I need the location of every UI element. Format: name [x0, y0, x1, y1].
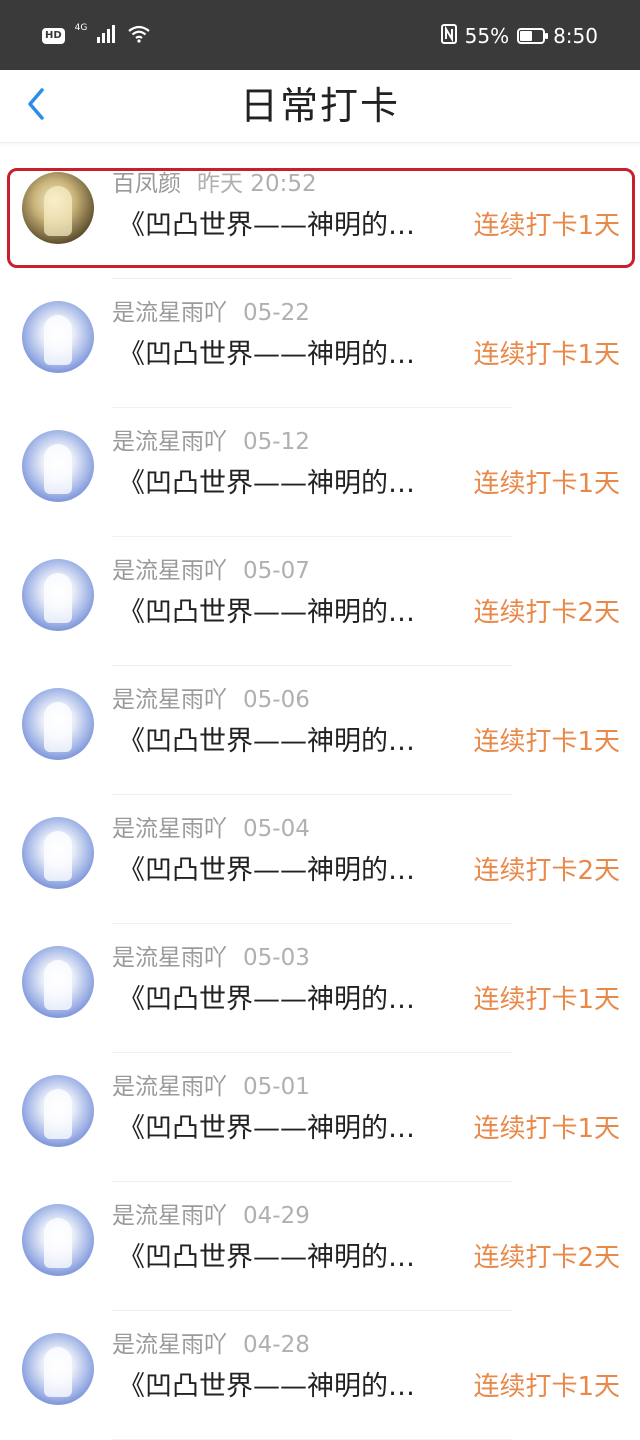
list-item[interactable]: 是流星雨吖 04-28 《凹凸世界——神明的… 连续打卡1天: [0, 1311, 640, 1440]
post-date: 05-01: [243, 1074, 310, 1100]
checkin-content[interactable]: 《凹凸世界——神明的…: [118, 337, 463, 373]
avatar-figure: [44, 444, 72, 494]
list-item[interactable]: 是流星雨吖 05-06 《凹凸世界——神明的… 连续打卡1天: [0, 666, 640, 795]
battery-level-fill: [520, 31, 533, 41]
post-date: 05-06: [243, 687, 310, 713]
streak-label: 连续打卡1天: [473, 985, 620, 1015]
page-title: 日常打卡: [239, 84, 400, 128]
avatar[interactable]: [22, 1333, 94, 1405]
clock-time: 8:50: [553, 24, 598, 48]
avatar[interactable]: [22, 172, 94, 244]
avatar[interactable]: [22, 817, 94, 889]
streak-label: 连续打卡1天: [473, 1114, 620, 1144]
user-name[interactable]: 是流星雨吖: [112, 300, 227, 326]
avatar-figure: [44, 1347, 72, 1397]
post-date: 05-22: [243, 300, 310, 326]
user-line: 是流星雨吖 05-22: [112, 299, 310, 327]
post-date: 05-04: [243, 816, 310, 842]
user-line: 是流星雨吖 05-07: [112, 557, 310, 585]
list-item[interactable]: 是流星雨吖 05-03 《凹凸世界——神明的… 连续打卡1天: [0, 924, 640, 1053]
checkin-list: 百凤颜 昨天 20:52 《凹凸世界——神明的… 连续打卡1天 是流星雨吖 05-22 《凹…: [0, 150, 640, 1440]
list-item[interactable]: 是流星雨吖 05-01 《凹凸世界——神明的… 连续打卡1天: [0, 1053, 640, 1182]
avatar-figure: [44, 186, 72, 236]
checkin-content[interactable]: 《凹凸世界——神明的…: [118, 208, 463, 244]
avatar[interactable]: [22, 301, 94, 373]
avatar[interactable]: [22, 1075, 94, 1147]
checkin-content[interactable]: 《凹凸世界——神明的…: [118, 724, 463, 760]
avatar[interactable]: [22, 559, 94, 631]
user-name[interactable]: 是流星雨吖: [112, 1203, 227, 1229]
user-name[interactable]: 是流星雨吖: [112, 687, 227, 713]
nfc-icon: [440, 23, 457, 49]
post-date: 昨天 20:52: [197, 171, 317, 197]
user-line: 是流星雨吖 04-28: [112, 1331, 310, 1359]
streak-label: 连续打卡2天: [473, 856, 620, 886]
network-type: 4G: [74, 22, 88, 33]
status-left: HD 4G: [42, 22, 151, 50]
status-bar: HD 4G 55% 8:50: [0, 0, 640, 70]
checkin-content[interactable]: 《凹凸世界——神明的…: [118, 466, 463, 502]
user-name[interactable]: 是流星雨吖: [112, 558, 227, 584]
user-name[interactable]: 是流星雨吖: [112, 1332, 227, 1358]
user-line: 是流星雨吖 05-01: [112, 1073, 310, 1101]
post-date: 05-07: [243, 558, 310, 584]
user-line: 是流星雨吖 05-03: [112, 944, 310, 972]
post-date: 05-03: [243, 945, 310, 971]
signal-icon: [97, 25, 117, 47]
user-line: 是流星雨吖 05-12: [112, 428, 310, 456]
avatar-figure: [44, 1218, 72, 1268]
list-item[interactable]: 百凤颜 昨天 20:52 《凹凸世界——神明的… 连续打卡1天: [0, 150, 640, 279]
user-name[interactable]: 是流星雨吖: [112, 945, 227, 971]
wifi-icon: [127, 25, 151, 47]
user-line: 是流星雨吖 05-06: [112, 686, 310, 714]
avatar-figure: [44, 573, 72, 623]
user-name[interactable]: 是流星雨吖: [112, 816, 227, 842]
post-date: 05-12: [243, 429, 310, 455]
hd-badge: HD: [42, 28, 65, 44]
post-date: 04-29: [243, 1203, 310, 1229]
avatar[interactable]: [22, 688, 94, 760]
checkin-content[interactable]: 《凹凸世界——神明的…: [118, 1240, 463, 1276]
avatar[interactable]: [22, 946, 94, 1018]
user-name[interactable]: 百凤颜: [112, 171, 181, 197]
checkin-content[interactable]: 《凹凸世界——神明的…: [118, 1369, 463, 1405]
streak-label: 连续打卡1天: [473, 469, 620, 499]
user-line: 是流星雨吖 04-29: [112, 1202, 310, 1230]
battery-icon: [517, 28, 549, 44]
avatar-figure: [44, 315, 72, 365]
battery-percent: 55%: [464, 24, 510, 48]
page-header: 日常打卡: [0, 70, 640, 143]
user-line: 百凤颜 昨天 20:52: [112, 170, 317, 198]
avatar[interactable]: [22, 1204, 94, 1276]
avatar[interactable]: [22, 430, 94, 502]
post-date: 04-28: [243, 1332, 310, 1358]
user-line: 是流星雨吖 05-04: [112, 815, 310, 843]
list-item[interactable]: 是流星雨吖 05-22 《凹凸世界——神明的… 连续打卡1天: [0, 279, 640, 408]
streak-label: 连续打卡2天: [473, 598, 620, 628]
user-name[interactable]: 是流星雨吖: [112, 429, 227, 455]
streak-label: 连续打卡1天: [473, 727, 620, 757]
avatar-figure: [44, 831, 72, 881]
checkin-content[interactable]: 《凹凸世界——神明的…: [118, 595, 463, 631]
streak-label: 连续打卡1天: [473, 340, 620, 370]
list-item[interactable]: 是流星雨吖 05-12 《凹凸世界——神明的… 连续打卡1天: [0, 408, 640, 537]
list-item[interactable]: 是流星雨吖 05-07 《凹凸世界——神明的… 连续打卡2天: [0, 537, 640, 666]
list-item[interactable]: 是流星雨吖 04-29 《凹凸世界——神明的… 连续打卡2天: [0, 1182, 640, 1311]
list-item[interactable]: 是流星雨吖 05-04 《凹凸世界——神明的… 连续打卡2天: [0, 795, 640, 924]
streak-label: 连续打卡2天: [473, 1243, 620, 1273]
streak-label: 连续打卡1天: [473, 1372, 620, 1402]
avatar-figure: [44, 1089, 72, 1139]
checkin-content[interactable]: 《凹凸世界——神明的…: [118, 853, 463, 889]
streak-label: 连续打卡1天: [473, 211, 620, 241]
status-right: 55% 8:50: [440, 22, 598, 50]
avatar-figure: [44, 960, 72, 1010]
checkin-content[interactable]: 《凹凸世界——神明的…: [118, 1111, 463, 1147]
checkin-content[interactable]: 《凹凸世界——神明的…: [118, 982, 463, 1018]
avatar-figure: [44, 702, 72, 752]
user-name[interactable]: 是流星雨吖: [112, 1074, 227, 1100]
